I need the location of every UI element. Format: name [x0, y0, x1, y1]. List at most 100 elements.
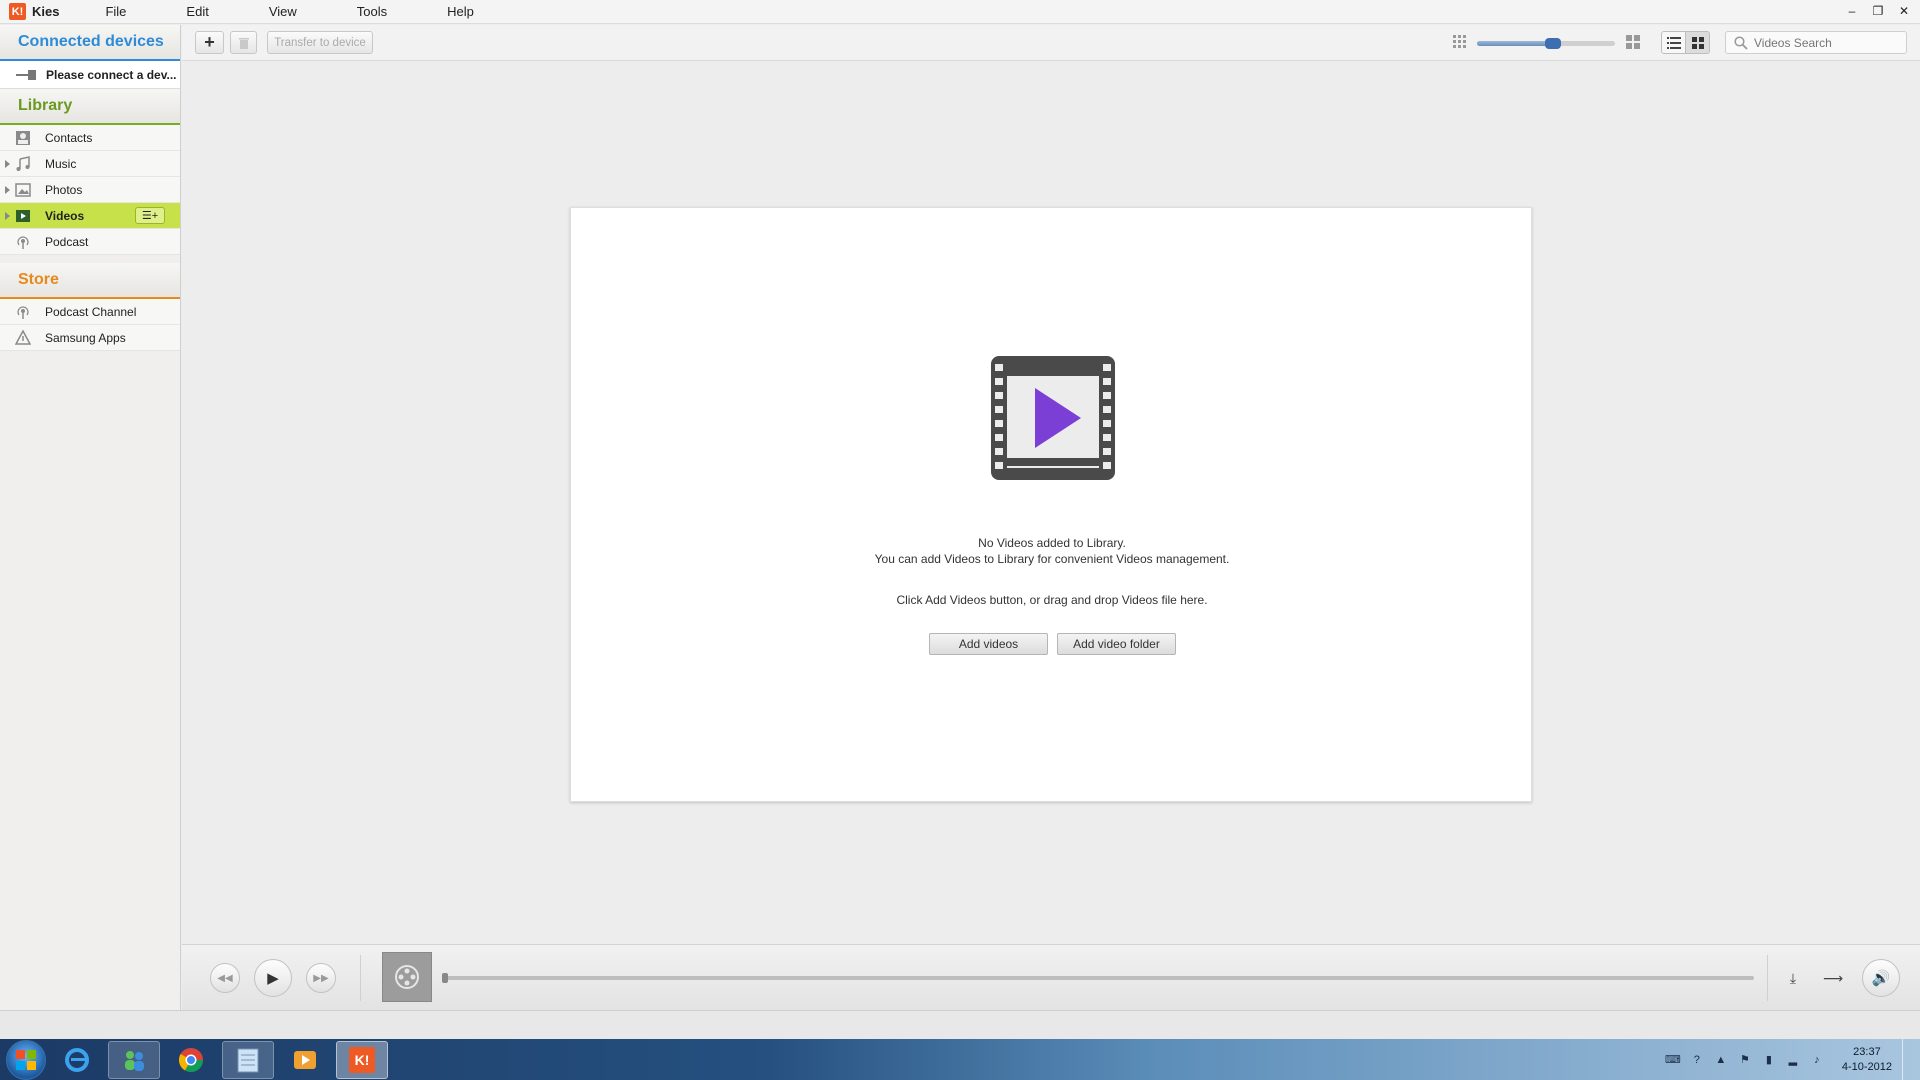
menu-view[interactable]: View — [263, 4, 303, 19]
play-button[interactable]: ▶ — [254, 959, 292, 997]
volume-button[interactable]: 🔊 — [1862, 959, 1900, 997]
empty-message-line1: No Videos added to Library. — [978, 536, 1126, 550]
store-header: Store — [0, 263, 180, 299]
divider — [360, 955, 361, 1001]
sidebar-item-music[interactable]: Music — [0, 151, 180, 177]
volume-icon[interactable]: ♪ — [1810, 1053, 1824, 1067]
add-videos-button[interactable]: Add videos — [929, 633, 1048, 655]
menu-help[interactable]: Help — [441, 4, 480, 19]
taskbar-notepad[interactable] — [222, 1040, 274, 1079]
sidebar-item-podcast[interactable]: Podcast — [0, 229, 180, 255]
windows-logo-icon — [16, 1049, 36, 1070]
add-button[interactable]: + — [195, 31, 224, 54]
thumbnail-size-slider[interactable] — [1477, 38, 1615, 49]
system-tray: ⌨ ? ▲ ⚑ ▮ ▂ ♪ 23:37 4-10-2012 — [1650, 1039, 1920, 1080]
start-button[interactable] — [6, 1039, 46, 1080]
restore-button[interactable]: ❐ — [1870, 3, 1886, 19]
toolbar: + Transfer to device — [182, 25, 1920, 61]
music-icon — [16, 156, 30, 171]
empty-message-line2: You can add Videos to Library for conven… — [874, 552, 1230, 566]
kies-logo-icon: K! — [9, 3, 26, 20]
usb-plug-icon — [16, 69, 38, 80]
main-content: No Videos added to Library. You can add … — [182, 62, 1920, 943]
battery-icon[interactable]: ▮ — [1762, 1053, 1776, 1067]
sidebar-item-label: Contacts — [45, 130, 93, 145]
chrome-icon — [178, 1047, 203, 1072]
list-view-button[interactable] — [1661, 31, 1686, 54]
now-playing-thumbnail — [382, 952, 432, 1002]
action-center-flag-icon[interactable]: ⚑ — [1738, 1053, 1752, 1067]
samsung-apps-icon — [15, 330, 31, 345]
clock-date: 4-10-2012 — [1841, 1060, 1892, 1073]
sidebar-item-label: Podcast Channel — [45, 304, 137, 319]
fast-forward-icon: ▶▶ — [313, 972, 329, 984]
film-reel-icon — [395, 965, 419, 989]
previous-button[interactable]: ◀◀ — [210, 963, 240, 993]
search-input[interactable] — [1754, 35, 1894, 50]
small-thumbnails-icon[interactable] — [1452, 34, 1468, 50]
windows-live-messenger-icon — [125, 1050, 144, 1071]
next-button[interactable]: ▶▶ — [306, 963, 336, 993]
device-status-label: Please connect a dev... — [46, 67, 177, 82]
slider-fill — [1477, 41, 1553, 46]
menu-tools[interactable]: Tools — [351, 4, 393, 19]
menu-edit[interactable]: Edit — [180, 4, 214, 19]
taskbar-chrome[interactable] — [165, 1041, 217, 1079]
help-icon[interactable]: ? — [1690, 1053, 1704, 1067]
media-player-icon — [294, 1050, 316, 1069]
notepad-icon — [237, 1048, 259, 1072]
podcast-channel-icon — [17, 306, 29, 319]
app-title: Kies — [32, 4, 60, 19]
windows-taskbar: K! ⌨ ? ▲ ⚑ ▮ ▂ ♪ 23:37 4-10-2012 — [0, 1039, 1920, 1080]
empty-message: No Videos added to Library. You can add … — [571, 535, 1533, 567]
grid-view-button[interactable] — [1685, 31, 1710, 54]
taskbar-media-player[interactable] — [279, 1041, 331, 1079]
shuffle-icon[interactable]: ⟶ — [1822, 967, 1844, 989]
podcast-icon — [17, 236, 29, 249]
clock[interactable]: 23:37 4-10-2012 — [1842, 1045, 1892, 1075]
search-box — [1725, 31, 1907, 54]
menu-bar: File Edit View Tools Help — [99, 4, 479, 19]
sidebar-item-samsung-apps[interactable]: Samsung Apps — [0, 325, 180, 351]
expand-arrow-icon[interactable] — [5, 186, 10, 194]
expand-arrow-icon[interactable] — [5, 160, 10, 168]
add-playlist-button[interactable]: ☰+ — [135, 207, 165, 224]
video-film-icon — [991, 356, 1115, 480]
network-signal-icon[interactable]: ▂ — [1786, 1053, 1800, 1067]
expand-arrow-icon[interactable] — [5, 212, 10, 220]
add-video-folder-button[interactable]: Add video folder — [1057, 633, 1176, 655]
repeat-icon[interactable]: ⤓ — [1782, 967, 1804, 989]
rewind-icon: ◀◀ — [217, 972, 233, 984]
minimize-button[interactable]: – — [1844, 3, 1860, 19]
progress-knob[interactable] — [442, 973, 448, 983]
divider — [1767, 955, 1768, 1001]
taskbar-internet-explorer[interactable] — [51, 1041, 103, 1079]
empty-hint: Click Add Videos button, or drag and dro… — [896, 593, 1208, 607]
status-bar — [0, 1010, 1920, 1039]
sidebar-item-label: Samsung Apps — [45, 330, 126, 345]
internet-explorer-icon — [65, 1047, 89, 1072]
taskbar-kies[interactable]: K! — [336, 1040, 388, 1079]
device-status-row[interactable]: Please connect a dev... — [0, 61, 180, 89]
slider-thumb[interactable] — [1544, 38, 1561, 49]
large-thumbnails-icon[interactable] — [1625, 34, 1641, 50]
player-bar: ◀◀ ▶ ▶▶ ⤓ ⟶ 🔊 — [182, 944, 1920, 1010]
menu-file[interactable]: File — [99, 4, 132, 19]
empty-library-panel: No Videos added to Library. You can add … — [570, 207, 1532, 802]
sidebar-item-podcast-channel[interactable]: Podcast Channel — [0, 299, 180, 325]
show-hidden-icons-icon[interactable]: ▲ — [1714, 1053, 1728, 1067]
sidebar-item-label: Videos — [45, 208, 85, 223]
close-button[interactable]: ✕ — [1896, 3, 1912, 19]
sidebar-item-photos[interactable]: Photos — [0, 177, 180, 203]
delete-button[interactable] — [230, 31, 257, 54]
sidebar-item-label: Podcast — [45, 234, 89, 249]
playback-progress-bar[interactable] — [442, 973, 1754, 983]
sidebar-item-label: Photos — [45, 182, 83, 197]
list-view-icon — [1666, 36, 1681, 49]
show-desktop-button[interactable] — [1902, 1039, 1912, 1080]
taskbar-messenger[interactable] — [108, 1040, 160, 1079]
keyboard-icon[interactable]: ⌨ — [1665, 1053, 1681, 1067]
sidebar-item-contacts[interactable]: Contacts — [0, 125, 180, 151]
sidebar-item-videos[interactable]: Videos ☰+ — [0, 203, 180, 229]
transfer-to-device-button[interactable]: Transfer to device — [267, 31, 373, 54]
